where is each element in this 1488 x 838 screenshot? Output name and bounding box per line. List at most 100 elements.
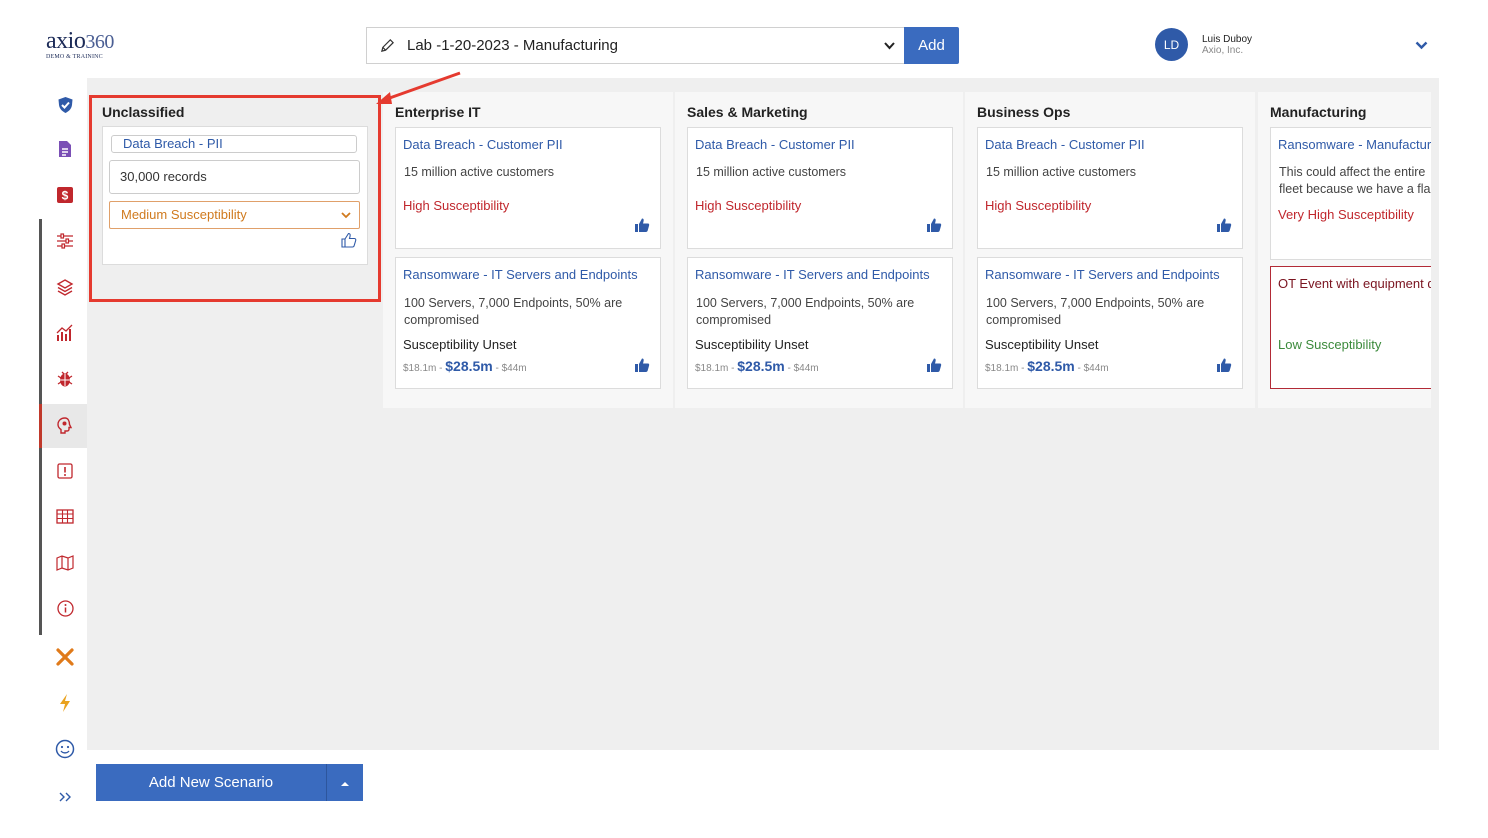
scenario-card-editing[interactable]: Data Breach - PII 30,000 records Medium …: [102, 126, 368, 265]
sliders-icon: [56, 232, 74, 252]
range-mid: $28.5m: [1027, 358, 1075, 374]
column-sales-marketing: Sales & Marketing Data Breach - Customer…: [675, 92, 963, 408]
scenario-card[interactable]: Data Breach - Customer PII 15 million ac…: [977, 127, 1243, 249]
thumbs-up-icon[interactable]: [926, 217, 942, 233]
sidebar-item-shield[interactable]: [43, 84, 87, 128]
thumbs-up-icon[interactable]: [634, 357, 650, 373]
document-icon: [58, 140, 72, 161]
thumbs-up-icon[interactable]: [926, 357, 942, 373]
chevron-down-icon: [341, 202, 351, 228]
tools-icon: [55, 647, 75, 670]
info-icon: [56, 600, 74, 620]
susceptibility-label: Very High Susceptibility: [1278, 207, 1414, 222]
scenario-card[interactable]: Ransomware - IT Servers and Endpoints 10…: [977, 257, 1243, 389]
sidebar-item-financial[interactable]: $: [43, 174, 87, 218]
bolt-icon: [58, 693, 72, 716]
column-title: Business Ops: [977, 104, 1071, 120]
annotation-arrow: [376, 71, 461, 104]
range-low: $18.1m: [985, 363, 1019, 374]
column-manufacturing: Manufacturing Ransomware - Manufacturi T…: [1258, 92, 1431, 408]
sidebar-item-feedback[interactable]: [43, 728, 87, 772]
scenario-card[interactable]: Data Breach - Customer PII 15 million ac…: [687, 127, 953, 249]
scenario-card[interactable]: Data Breach - Customer PII 15 million ac…: [395, 127, 661, 249]
loss-range: $18.1m - $28.5m - $44m: [985, 358, 1109, 374]
sidebar-item-brain[interactable]: [39, 404, 87, 448]
scenario-card[interactable]: Ransomware - IT Servers and Endpoints 10…: [395, 257, 661, 389]
avatar[interactable]: LD: [1155, 28, 1188, 61]
susceptibility-label: High Susceptibility: [695, 198, 802, 213]
sidebar-item-bug[interactable]: [43, 358, 87, 402]
thumbs-up-icon[interactable]: [1216, 357, 1232, 373]
sidebar-item-tools[interactable]: [43, 636, 87, 680]
sidebar-item-alert[interactable]: [43, 450, 87, 494]
scenario-description: 15 million active customers: [404, 165, 555, 179]
chevron-down-icon[interactable]: [874, 41, 904, 50]
sidebar-item-sliders[interactable]: [43, 220, 87, 264]
add-button[interactable]: Add: [904, 27, 959, 64]
scenario-card[interactable]: Ransomware - IT Servers and Endpoints 10…: [687, 257, 953, 389]
loss-range: $18.1m - $28.5m - $44m: [403, 358, 527, 374]
column-title: Manufacturing: [1270, 104, 1367, 120]
range-mid: $28.5m: [445, 358, 493, 374]
sidebar-item-map[interactable]: [43, 542, 87, 586]
susceptibility-select[interactable]: Medium Susceptibility: [109, 201, 360, 229]
column-unclassified: Unclassified Data Breach - PII 30,000 re…: [90, 92, 380, 408]
sidebar-item-table[interactable]: [43, 496, 87, 540]
scenario-title[interactable]: OT Event with equipment d: [1278, 276, 1431, 291]
user-menu-chevron-icon[interactable]: [1415, 38, 1428, 53]
range-high: $44m: [1083, 363, 1109, 374]
scenario-title-input[interactable]: Data Breach - PII: [111, 135, 357, 153]
scenario-description: 15 million active customers: [986, 165, 1137, 179]
column-title: Unclassified: [102, 104, 185, 120]
scenario-title[interactable]: Data Breach - Customer PII: [695, 137, 855, 152]
range-mid: $28.5m: [737, 358, 785, 374]
logo-subtitle: DEMO & TRAININC: [46, 54, 103, 60]
thumbs-up-icon[interactable]: [1216, 217, 1232, 233]
sidebar-item-bolt[interactable]: [43, 682, 87, 726]
range-high: $44m: [793, 363, 819, 374]
user-name: Luis Duboy: [1202, 33, 1253, 45]
sidebar-item-info[interactable]: [43, 588, 87, 632]
logo[interactable]: axio360 DEMO & TRAININC: [46, 28, 136, 64]
column-title: Sales & Marketing: [687, 104, 808, 120]
bug-icon: [57, 370, 73, 391]
scenario-title[interactable]: Data Breach - Customer PII: [985, 137, 1145, 152]
scenario-title[interactable]: Ransomware - IT Servers and Endpoints: [985, 267, 1220, 282]
scenario-select-value: Lab -1-20-2023 - Manufacturing: [407, 37, 618, 54]
scenario-description: 15 million active customers: [696, 165, 847, 179]
scenario-title[interactable]: Ransomware - IT Servers and Endpoints: [695, 267, 930, 282]
scenario-description: 100 Servers, 7,000 Endpoints, 50% are co…: [404, 296, 623, 327]
shield-check-icon: [57, 96, 74, 117]
sidebar-item-chart[interactable]: [43, 312, 87, 356]
sidebar-item-document[interactable]: [43, 128, 87, 172]
scenario-title[interactable]: Ransomware - Manufacturi: [1278, 137, 1431, 152]
scenario-title[interactable]: Ransomware - IT Servers and Endpoints: [403, 267, 638, 282]
map-icon: [56, 554, 74, 574]
table-icon: [56, 509, 74, 527]
susceptibility-select-value: Medium Susceptibility: [121, 207, 247, 222]
caret-up-icon: [340, 775, 350, 790]
scenario-card[interactable]: OT Event with equipment d Low Susceptibi…: [1270, 266, 1431, 389]
susceptibility-label: Susceptibility Unset: [985, 337, 1099, 352]
scenario-board: Unclassified Data Breach - PII 30,000 re…: [87, 78, 1439, 750]
logo-brand: axio: [46, 28, 86, 54]
thumbs-up-outline-icon[interactable]: [341, 232, 357, 248]
chart-icon: [56, 324, 74, 345]
susceptibility-label: Low Susceptibility: [1278, 337, 1382, 352]
add-new-scenario: Add New Scenario: [96, 764, 363, 801]
sidebar-item-layers[interactable]: [43, 266, 87, 310]
susceptibility-label: Susceptibility Unset: [695, 337, 809, 352]
scenario-card[interactable]: Ransomware - Manufacturi This could affe…: [1270, 127, 1431, 260]
thumbs-up-icon[interactable]: [634, 217, 650, 233]
add-new-scenario-button[interactable]: Add New Scenario: [96, 764, 327, 801]
scenario-title[interactable]: Data Breach - Customer PII: [403, 137, 563, 152]
sidebar-expand[interactable]: [43, 776, 87, 820]
scenario-description: This could affect the entire fleet becau…: [1279, 165, 1431, 196]
scenario-description-input[interactable]: 30,000 records: [109, 160, 360, 194]
loss-range: $18.1m - $28.5m - $44m: [695, 358, 819, 374]
pencil-icon[interactable]: [367, 38, 407, 53]
user-menu[interactable]: LD Luis Duboy Axio, Inc.: [1155, 28, 1252, 61]
scenario-select[interactable]: Lab -1-20-2023 - Manufacturing: [366, 27, 904, 64]
range-low: $18.1m: [403, 363, 437, 374]
add-scenario-dropdown-toggle[interactable]: [327, 764, 363, 801]
